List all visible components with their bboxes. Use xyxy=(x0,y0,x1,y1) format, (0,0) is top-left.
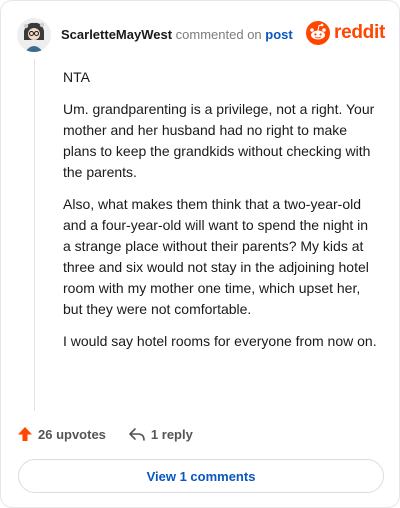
upvote-count: 26 upvotes xyxy=(38,426,106,442)
comment-paragraph: NTA xyxy=(63,69,90,85)
thread-line[interactable] xyxy=(34,59,35,411)
comment-card: ScarletteMayWest commented on post reddi… xyxy=(0,0,400,508)
reddit-wordmark: reddit xyxy=(334,22,385,43)
comment-paragraph: Also, what makes them think that a two-y… xyxy=(63,196,369,317)
comment-meta: ScarletteMayWest commented on post xyxy=(61,27,293,43)
comment-paragraph: Um. grandparenting is a privilege, not a… xyxy=(63,101,375,180)
upvote-button[interactable]: 26 upvotes xyxy=(17,426,106,442)
view-comments-button[interactable]: View 1 comments xyxy=(18,459,384,493)
avatar-icon xyxy=(17,18,51,52)
upvote-arrow-icon xyxy=(18,427,32,441)
reddit-logo[interactable]: reddit xyxy=(306,21,385,45)
reply-icon xyxy=(129,428,145,441)
comment-actions: 26 upvotes 1 reply xyxy=(17,426,193,442)
post-link[interactable]: post xyxy=(265,27,292,42)
reply-count: 1 reply xyxy=(150,426,193,442)
comment-paragraph: I would say hotel rooms for everyone fro… xyxy=(63,333,377,349)
username[interactable]: ScarletteMayWest xyxy=(61,27,172,42)
action-text: commented on xyxy=(175,27,262,42)
comment-header: ScarletteMayWest commented on post reddi… xyxy=(17,15,385,55)
reddit-logo-icon xyxy=(306,21,331,45)
avatar[interactable] xyxy=(17,18,51,52)
reply-button[interactable]: 1 reply xyxy=(128,426,193,442)
comment-body: NTA Um. grandparenting is a privilege, n… xyxy=(63,67,379,363)
